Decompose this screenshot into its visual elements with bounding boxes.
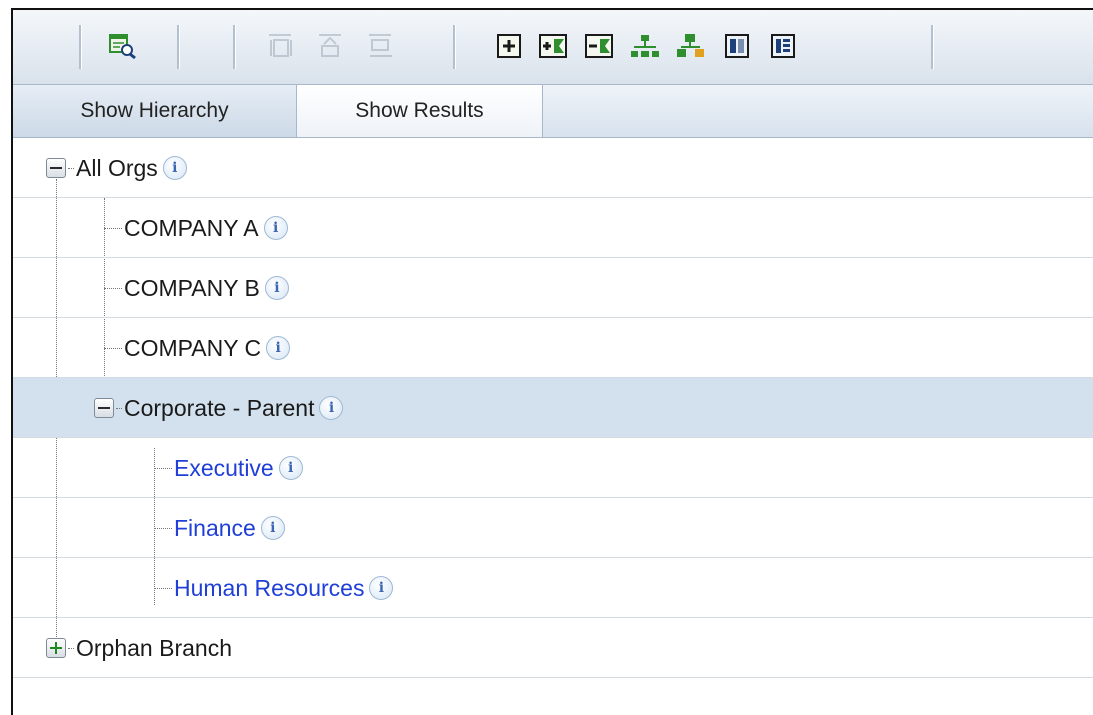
view-tabs: Show Hierarchy Show Results: [13, 85, 1093, 138]
tree-node-label: Orphan Branch: [76, 634, 232, 661]
info-icon[interactable]: i: [278, 456, 303, 480]
view-details-icon[interactable]: [105, 28, 141, 64]
toolbar-separator: [931, 25, 934, 69]
tree-node[interactable]: COMPANY A i: [104, 198, 288, 258]
expand-icon[interactable]: [46, 638, 66, 658]
tree-node-label: Corporate - Parent: [124, 394, 315, 421]
info-icon[interactable]: i: [162, 156, 187, 180]
app-frame: Show Hierarchy Show Results All Orgs i C…: [11, 8, 1093, 715]
tree-node-label: All Orgs: [76, 154, 158, 181]
info-icon[interactable]: i: [263, 216, 288, 240]
tree-node-link[interactable]: Human Resources: [174, 575, 364, 602]
info-icon[interactable]: i: [264, 276, 289, 300]
toolbar-separator: [79, 25, 82, 69]
tree-node[interactable]: COMPANY C i: [104, 318, 291, 378]
toolbar-separator: [233, 25, 236, 69]
tree-node-label: COMPANY C: [124, 334, 262, 361]
info-icon[interactable]: i: [266, 336, 291, 360]
tree-node[interactable]: Corporate - Parent i: [94, 378, 344, 438]
tree-row-company-b[interactable]: COMPANY B i: [13, 258, 1093, 318]
toolbar-separator: [453, 25, 456, 69]
move-bottom-icon[interactable]: [363, 28, 399, 64]
toolbar: [13, 10, 1093, 85]
toolbar-separator: [177, 25, 180, 69]
tree-row-company-a[interactable]: COMPANY A i: [13, 198, 1093, 258]
tree-node-label: COMPANY B: [124, 274, 260, 301]
tree-row-orphan-branch[interactable]: Orphan Branch: [13, 618, 1093, 678]
collapse-icon[interactable]: [46, 158, 66, 178]
tree-row-corporate-parent[interactable]: Corporate - Parent i: [13, 378, 1093, 438]
move-top-icon[interactable]: [263, 28, 299, 64]
tree-node-link[interactable]: Executive: [174, 455, 274, 482]
tree-node[interactable]: Orphan Branch: [46, 618, 232, 678]
expand-all-icon[interactable]: [535, 28, 571, 64]
org-tree: All Orgs i COMPANY A i COMPANY B i COMPA…: [13, 138, 1093, 715]
tree-node-link[interactable]: Finance: [174, 515, 256, 542]
columns-icon[interactable]: [719, 28, 755, 64]
tree-node-label: COMPANY A: [124, 214, 259, 241]
tree-row-human-resources[interactable]: Human Resources i: [13, 558, 1093, 618]
tree-node[interactable]: COMPANY B i: [104, 258, 289, 318]
tree-node[interactable]: Executive i: [154, 438, 303, 498]
collapse-icon[interactable]: [94, 398, 114, 418]
tree-node[interactable]: All Orgs i: [46, 138, 187, 198]
table-icon[interactable]: [765, 28, 801, 64]
tab-show-hierarchy[interactable]: Show Hierarchy: [13, 85, 297, 137]
tree-row-executive[interactable]: Executive i: [13, 438, 1093, 498]
info-icon[interactable]: i: [369, 576, 394, 600]
tree-row-company-c[interactable]: COMPANY C i: [13, 318, 1093, 378]
tree-row-finance[interactable]: Finance i: [13, 498, 1093, 558]
tree-node[interactable]: Finance i: [154, 498, 285, 558]
info-icon[interactable]: i: [260, 516, 285, 540]
move-up-icon[interactable]: [313, 28, 349, 64]
info-icon[interactable]: i: [319, 396, 344, 420]
tab-show-results[interactable]: Show Results: [297, 85, 543, 137]
tree-row-all-orgs[interactable]: All Orgs i: [13, 138, 1093, 198]
add-node-icon[interactable]: [491, 28, 527, 64]
tree-node[interactable]: Human Resources i: [154, 558, 394, 618]
hierarchy-icon[interactable]: [627, 28, 663, 64]
collapse-all-icon[interactable]: [581, 28, 617, 64]
org-chart-icon[interactable]: [673, 28, 709, 64]
